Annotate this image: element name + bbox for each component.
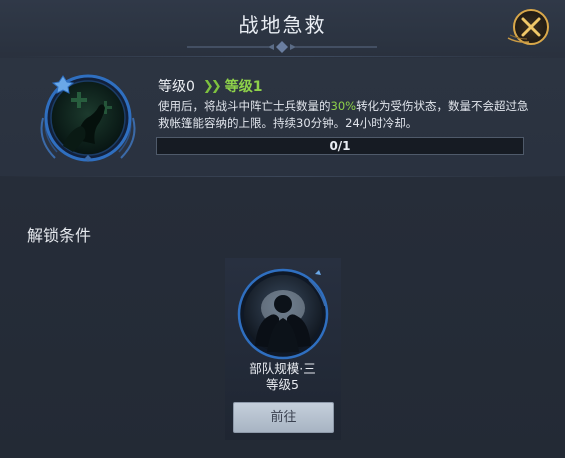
unlock-section-title: 解锁条件 — [27, 226, 92, 245]
troop-scale-icon — [237, 268, 329, 360]
first-aid-skill-icon — [40, 74, 136, 162]
skill-description: 使用后，将战斗中阵亡士兵数量的30%转化为受伤状态，数量不会超过急救帐篷能容纳的… — [158, 98, 538, 132]
progress-text: 0/1 — [329, 139, 351, 153]
page-title: 战地急救 — [238, 13, 327, 37]
progress-bar: 0/1 — [156, 137, 524, 155]
double-chevron-right-icon: ❯❯ — [202, 78, 222, 94]
go-button[interactable]: 前往 — [233, 402, 334, 433]
close-button[interactable] — [505, 5, 553, 49]
header-divider — [12, 56, 553, 57]
section-divider — [0, 176, 565, 177]
level-row: 等级0 ❯❯ 等级1 — [158, 76, 262, 96]
condition-level: 等级5 — [266, 377, 299, 392]
level-next: 等级1 — [224, 79, 263, 95]
description-text: 使用后，将战斗中阵亡士兵数量的 — [158, 99, 331, 113]
title-ornament-icon — [187, 41, 377, 53]
level-current: 等级0 — [158, 79, 195, 95]
description-highlight: 30% — [330, 99, 357, 113]
